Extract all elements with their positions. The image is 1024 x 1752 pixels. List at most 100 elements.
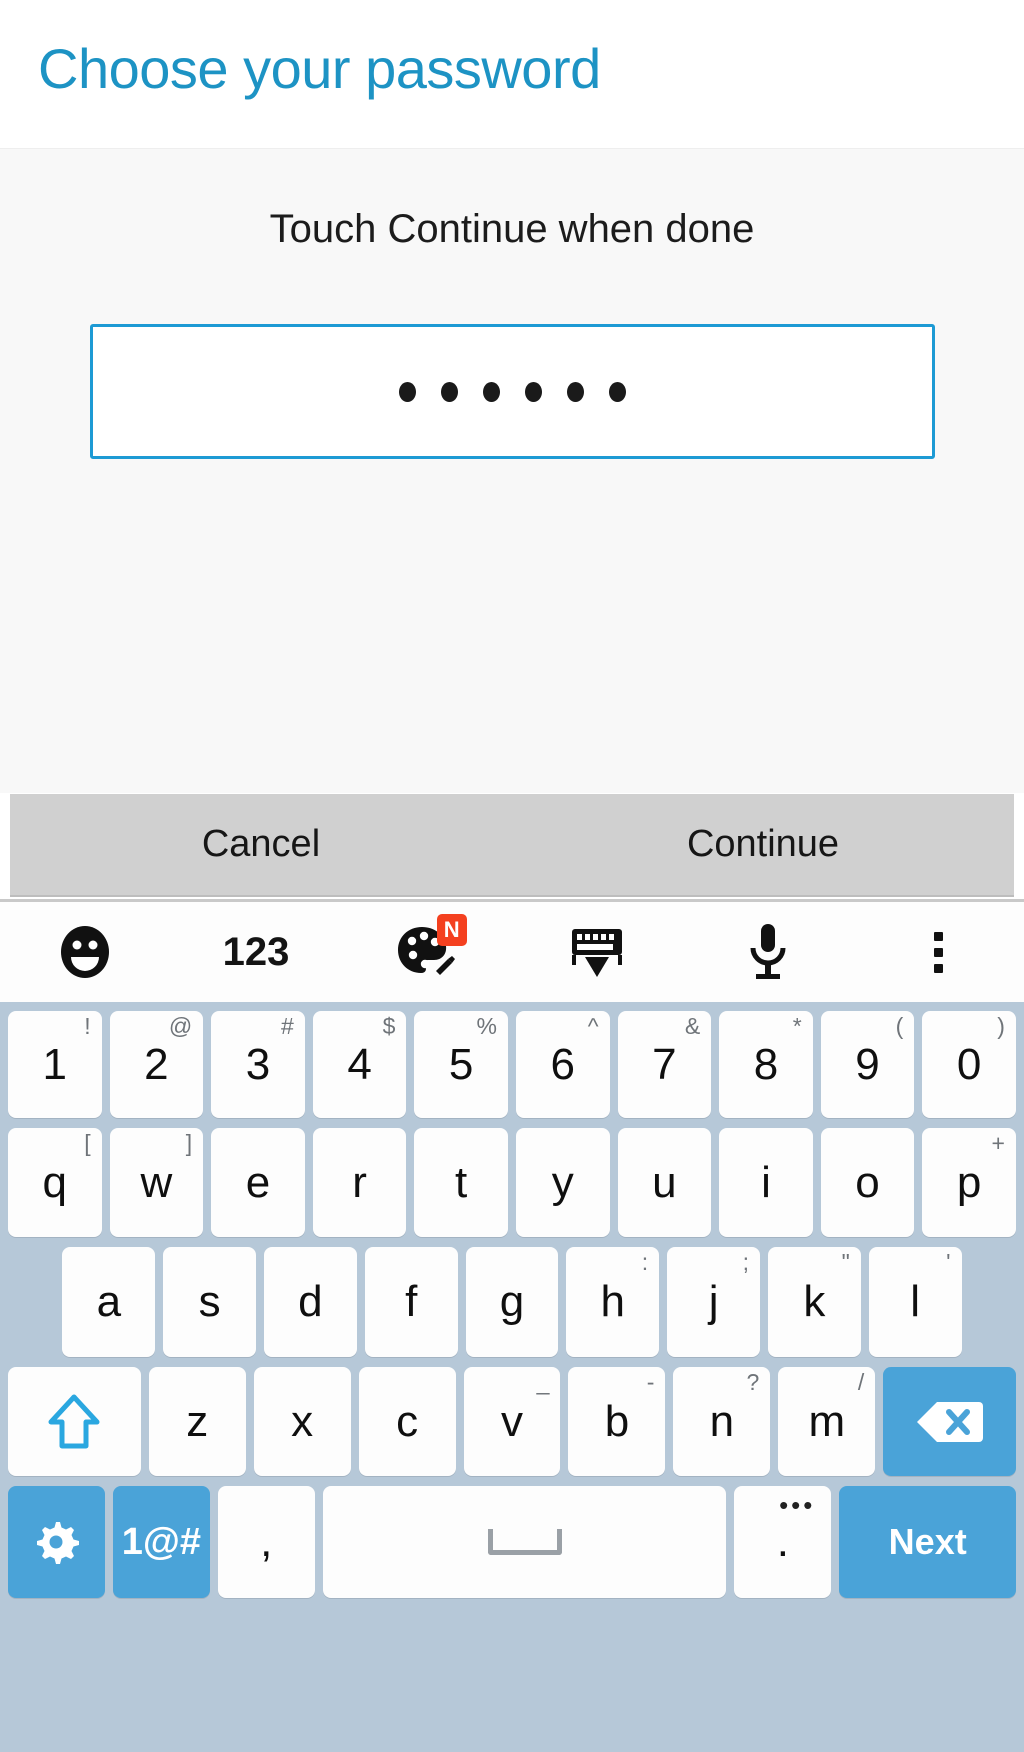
- key-label-v: v: [501, 1396, 523, 1446]
- numbers-toggle[interactable]: 123: [171, 902, 342, 1002]
- key-g[interactable]: g: [465, 1247, 559, 1357]
- symbols-key[interactable]: 1@#: [112, 1486, 210, 1598]
- key-label-g: g: [499, 1277, 525, 1326]
- key-h[interactable]: :h: [566, 1247, 660, 1357]
- key-d[interactable]: d: [264, 1247, 357, 1357]
- key-u[interactable]: u: [617, 1128, 712, 1237]
- key-p[interactable]: + p: [922, 1128, 1016, 1237]
- key-o[interactable]: o: [820, 1128, 915, 1237]
- key-sup-n: ?: [746, 1369, 760, 1395]
- key-6[interactable]: ^ 6: [515, 1011, 610, 1118]
- key-7[interactable]: & 7: [617, 1011, 712, 1118]
- key-label-7: 7: [652, 1039, 677, 1089]
- palette-icon[interactable]: N: [341, 902, 512, 1002]
- key-label-k: k: [803, 1277, 826, 1326]
- key-sup-q: [: [84, 1130, 91, 1156]
- key-sup-l: ': [946, 1249, 951, 1275]
- key-b[interactable]: -b: [568, 1367, 666, 1476]
- key-q[interactable]: [q: [8, 1128, 102, 1237]
- key-9[interactable]: (9: [820, 1011, 915, 1118]
- password-dot: [567, 381, 584, 402]
- period-key[interactable]: ••• .: [734, 1486, 832, 1598]
- cancel-button[interactable]: Cancel: [10, 794, 512, 895]
- numbers-toggle-label: 123: [222, 929, 290, 974]
- key-c[interactable]: c: [358, 1367, 456, 1476]
- key-label-q: q: [42, 1157, 68, 1207]
- key-w[interactable]: ] w: [109, 1128, 204, 1237]
- page-title: Choose your password: [38, 37, 601, 100]
- overflow-dots: [934, 931, 944, 973]
- key-label-9: 9: [855, 1039, 880, 1089]
- key-sup-1: !: [84, 1013, 91, 1039]
- overflow-menu-icon[interactable]: [853, 902, 1024, 1002]
- key-m[interactable]: / m: [778, 1367, 876, 1476]
- key-v[interactable]: _ v: [463, 1367, 561, 1476]
- key-sup-j: ;: [742, 1249, 749, 1275]
- key-t[interactable]: t: [414, 1128, 508, 1237]
- symbols-key-label: 1@#: [121, 1520, 202, 1563]
- comma-key[interactable]: ,: [217, 1486, 315, 1598]
- key-label-h: h: [600, 1277, 626, 1326]
- key-2[interactable]: @2: [109, 1011, 204, 1118]
- password-dot: [399, 381, 416, 402]
- key-label-n: n: [709, 1396, 735, 1446]
- hide-keyboard-icon[interactable]: [512, 902, 683, 1002]
- gear-icon: [37, 1522, 80, 1564]
- key-1[interactable]: ! 1: [8, 1011, 102, 1118]
- next-key-label: Next: [888, 1521, 967, 1562]
- key-label-6: 6: [550, 1039, 575, 1089]
- key-label-5: 5: [448, 1039, 474, 1089]
- settings-gear-key[interactable]: [8, 1486, 105, 1598]
- key-sup-h: :: [641, 1249, 649, 1275]
- key-label-o: o: [855, 1157, 880, 1207]
- key-4[interactable]: $4: [312, 1011, 407, 1118]
- key-l[interactable]: ' l: [868, 1247, 962, 1357]
- key-8[interactable]: * 8: [719, 1011, 813, 1118]
- key-0[interactable]: ) 0: [922, 1011, 1016, 1118]
- comma-key-label: ,: [260, 1517, 273, 1566]
- microphone-icon[interactable]: [683, 902, 854, 1002]
- key-j[interactable]: ; j: [667, 1247, 760, 1357]
- key-x[interactable]: x: [253, 1367, 351, 1476]
- emoji-icon[interactable]: [0, 902, 171, 1002]
- space-bar-glyph: [487, 1529, 562, 1555]
- key-y[interactable]: y: [515, 1128, 610, 1237]
- password-dot: [441, 381, 458, 402]
- space-key[interactable]: [322, 1486, 727, 1598]
- header-bar: Choose your password: [0, 0, 1024, 148]
- key-a[interactable]: a: [62, 1247, 156, 1357]
- key-i[interactable]: i: [719, 1128, 813, 1237]
- key-sup-7: &: [684, 1013, 701, 1039]
- key-label-m: m: [808, 1396, 846, 1446]
- key-e[interactable]: e: [211, 1128, 305, 1237]
- key-label-a: a: [96, 1277, 122, 1326]
- keyboard-row-function: 1@# , ••• . Next: [4, 1481, 1020, 1603]
- period-key-label: .: [776, 1517, 790, 1566]
- key-label-0: 0: [956, 1039, 982, 1089]
- key-z[interactable]: z: [148, 1367, 246, 1476]
- key-sup-9: (: [895, 1013, 904, 1039]
- key-k[interactable]: " k: [767, 1247, 861, 1357]
- key-3[interactable]: #3: [211, 1011, 305, 1118]
- continue-button[interactable]: Continue: [512, 794, 1014, 895]
- key-label-x: x: [291, 1396, 314, 1446]
- hide-keyboard-glyph: [572, 929, 623, 977]
- backspace-key[interactable]: [883, 1367, 1017, 1476]
- password-input[interactable]: [90, 324, 935, 459]
- shift-key[interactable]: [8, 1367, 141, 1476]
- key-label-w: w: [140, 1157, 173, 1207]
- key-s[interactable]: s: [163, 1247, 256, 1357]
- app-screen: Choose your password Touch Continue when…: [0, 0, 1024, 1752]
- keyboard-row-home: a s d f g: h; j " k ' l: [4, 1242, 1020, 1362]
- key-n[interactable]: ? n: [673, 1367, 771, 1476]
- palette-new-badge: N: [436, 914, 467, 946]
- key-sup-0: ): [997, 1013, 1005, 1039]
- password-dot: [525, 381, 542, 402]
- next-key[interactable]: Next: [839, 1486, 1017, 1598]
- key-r[interactable]: r: [312, 1128, 407, 1237]
- key-label-1: 1: [42, 1039, 68, 1089]
- key-f[interactable]: f: [364, 1247, 458, 1357]
- key-5[interactable]: % 5: [414, 1011, 508, 1118]
- dialog-action-bar: Cancel Continue: [10, 794, 1014, 897]
- key-label-r: r: [352, 1157, 367, 1207]
